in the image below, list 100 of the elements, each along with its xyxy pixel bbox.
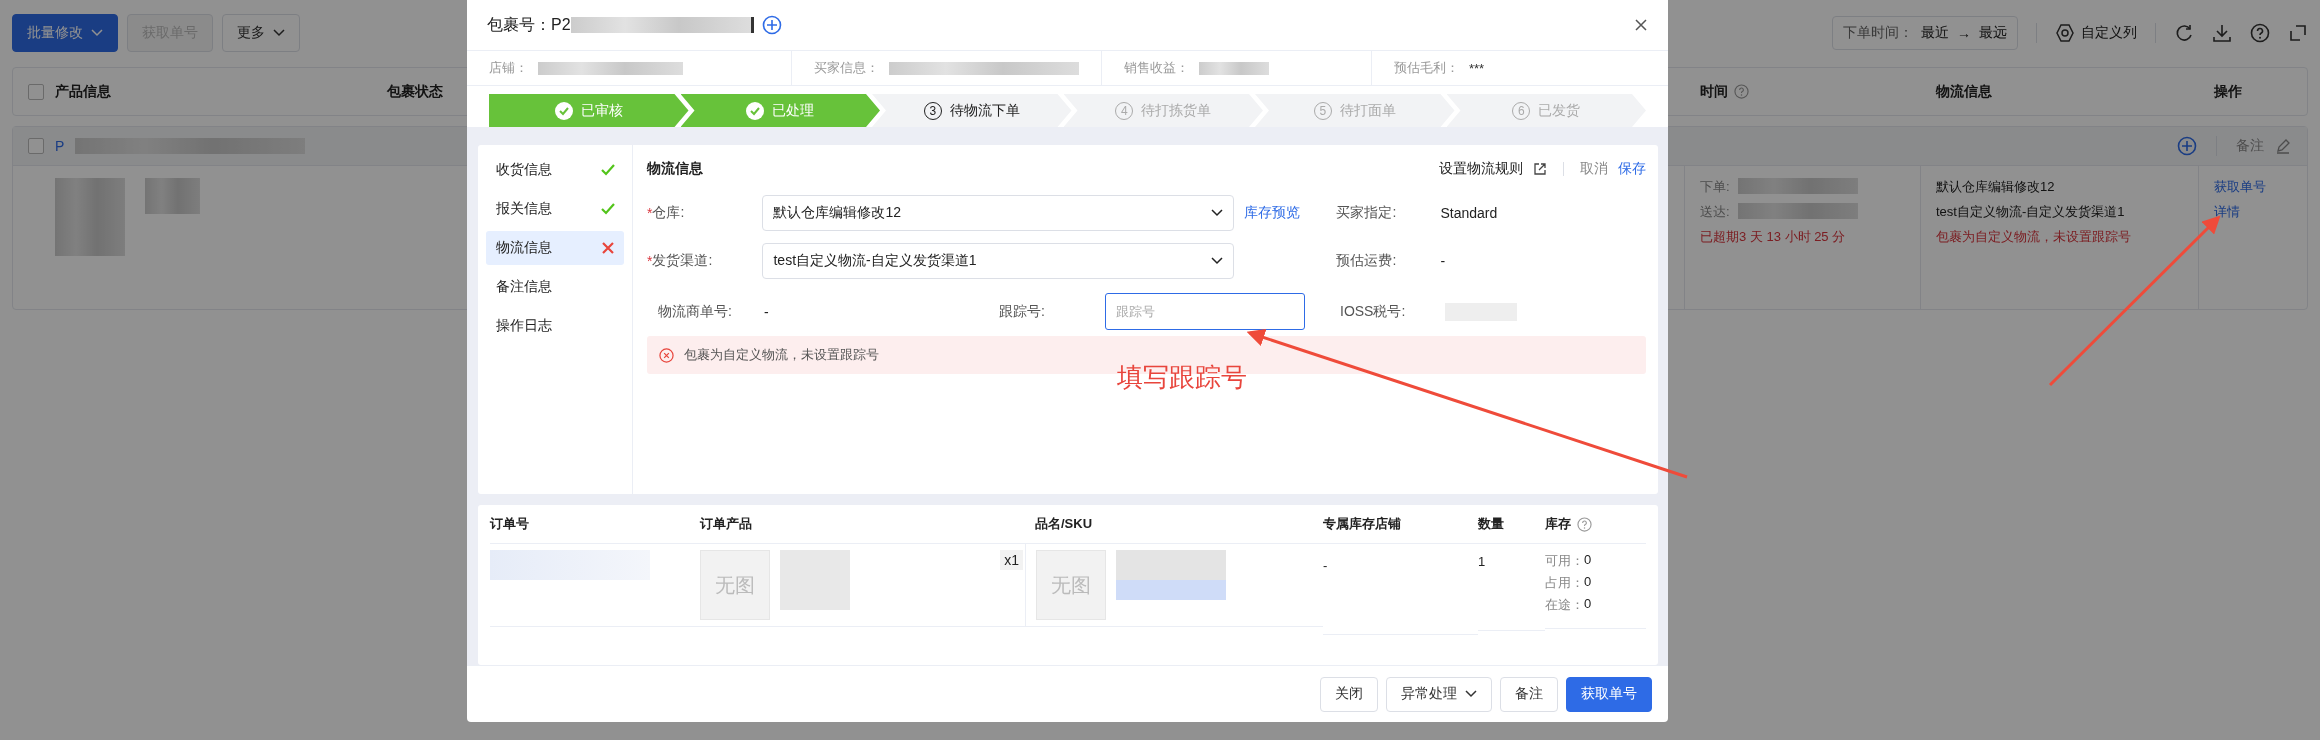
- action-link[interactable]: 详情: [2214, 203, 2307, 221]
- refresh-icon[interactable]: [2174, 23, 2194, 43]
- footer-button[interactable]: 关闭: [1320, 676, 1378, 712]
- pencil-icon[interactable]: [2275, 138, 2291, 154]
- checkbox[interactable]: [28, 83, 44, 100]
- nav-label: 物流信息: [496, 239, 552, 257]
- channel-select[interactable]: test自定义物流-自定义发货渠道1: [762, 243, 1235, 279]
- caret-icon: [1211, 257, 1224, 265]
- nav-label: 操作日志: [496, 317, 552, 335]
- blurred-text: [145, 178, 200, 214]
- field-label: 发货渠道:: [652, 252, 714, 270]
- action-link[interactable]: 获取单号: [2214, 178, 2307, 196]
- field-value: -: [1440, 253, 1446, 269]
- field-value: Standard: [1440, 205, 1498, 221]
- info-label: 销售收益：: [1124, 59, 1189, 77]
- store-value: -: [1323, 558, 1328, 573]
- info-value: ***: [1469, 60, 1485, 76]
- field-label: 预估运费:: [1336, 252, 1398, 270]
- overdue-text: 已超期3 天 13 小时 25 分: [1700, 228, 1847, 246]
- toolbar-button[interactable]: 批量修改: [12, 14, 118, 52]
- toolbar-button[interactable]: 更多: [222, 14, 300, 52]
- package-number-link[interactable]: P: [55, 138, 65, 154]
- column-header: 订单号: [490, 515, 529, 533]
- quantity-value: 1: [1478, 554, 1486, 569]
- blurred-text: [1199, 61, 1269, 75]
- step-label: 待打面单: [1339, 101, 1396, 120]
- caret-icon: [273, 29, 285, 37]
- check-circle-icon: [554, 101, 573, 120]
- required-mark: *: [647, 253, 653, 269]
- sort-from: 最近: [1921, 24, 1949, 42]
- caret-icon: [1211, 209, 1224, 217]
- field-label: 仓库:: [652, 204, 686, 222]
- column-header: 专属库存店铺: [1323, 515, 1401, 533]
- order-time-label: 下单:: [1700, 178, 1730, 196]
- help-icon[interactable]: [2250, 23, 2270, 43]
- step-label: 待打拣货单: [1141, 101, 1212, 120]
- checkbox[interactable]: [28, 138, 44, 154]
- column-header: 库存: [1545, 515, 1571, 533]
- caret-icon: [91, 29, 103, 37]
- quantity-tag: x1: [1000, 550, 1023, 570]
- custom-columns-link[interactable]: 自定义列: [2081, 24, 2137, 42]
- settings-icon[interactable]: [2055, 23, 2075, 43]
- check-circle-icon: [746, 101, 765, 120]
- column-header: 包裹状态: [387, 82, 443, 101]
- delivery-time-label: 送达:: [1700, 203, 1730, 221]
- info-label: 买家信息：: [814, 59, 879, 77]
- cancel-link[interactable]: 取消: [1580, 160, 1608, 178]
- column-header: 物流信息: [1936, 82, 1992, 101]
- column-header: 产品信息: [55, 82, 111, 101]
- step-label: 已处理: [772, 101, 815, 120]
- nav-item[interactable]: 报关信息: [486, 192, 624, 226]
- nav-item[interactable]: 物流信息: [486, 231, 624, 265]
- stock-label: 在途：: [1545, 596, 1584, 614]
- tracking-number-input[interactable]: 跟踪号: [1105, 293, 1305, 330]
- logistics-text: test自定义物流-自定义发货渠道1: [1936, 203, 2126, 221]
- nav-label: 收货信息: [496, 161, 552, 179]
- footer-button[interactable]: 异常处理: [1386, 676, 1492, 712]
- warning-text: 包裹为自定义物流，未设置跟踪号: [1936, 228, 2132, 246]
- info-label: 预估毛利：: [1394, 59, 1459, 77]
- stock-value: 0: [1584, 552, 1592, 569]
- nav-item[interactable]: 收货信息: [486, 153, 624, 187]
- field-label: 跟踪号:: [999, 302, 1046, 321]
- column-header: 数量: [1478, 515, 1504, 533]
- column-header: 品名/SKU: [1035, 515, 1093, 533]
- stock-label: 占用：: [1545, 574, 1584, 592]
- warehouse-select[interactable]: 默认仓库编辑修改12: [762, 195, 1235, 231]
- step-label: 已审核: [580, 101, 623, 120]
- logistics-rule-link[interactable]: 设置物流规则: [1439, 160, 1523, 178]
- sort-to: 最远: [1979, 24, 2007, 42]
- footer-button[interactable]: 备注: [1500, 676, 1558, 712]
- download-icon[interactable]: [2212, 23, 2232, 43]
- stock-label: 可用：: [1545, 552, 1584, 570]
- fullscreen-icon[interactable]: [2288, 23, 2308, 43]
- annotation-text: 填写跟踪号: [1117, 361, 1247, 394]
- step-label: 已发货: [1538, 101, 1581, 120]
- footer-button[interactable]: 获取单号: [1566, 676, 1652, 712]
- field-label: IOSS税号:: [1340, 302, 1407, 321]
- stock-preview-link[interactable]: 库存预览: [1244, 204, 1337, 222]
- external-link-icon[interactable]: [1533, 162, 1547, 176]
- column-header: 时间: [1700, 82, 1728, 101]
- close-icon[interactable]: [1634, 18, 1648, 32]
- error-icon: [659, 347, 674, 363]
- field-label: 物流商单号:: [657, 302, 733, 321]
- column-header: 订单产品: [700, 515, 752, 533]
- nav-item[interactable]: 备注信息: [486, 270, 624, 304]
- sort-label: 下单时间：: [1843, 24, 1913, 42]
- add-circle-icon[interactable]: [761, 15, 782, 35]
- stock-value: 0: [1584, 596, 1592, 613]
- step-label: 待物流下单: [949, 101, 1020, 120]
- column-header: 操作: [2214, 82, 2242, 101]
- add-circle-icon[interactable]: [2177, 136, 2197, 156]
- sort-control[interactable]: 下单时间： 最近 → 最远: [1832, 16, 2018, 50]
- help-icon[interactable]: [1577, 516, 1592, 532]
- save-link[interactable]: 保存: [1618, 160, 1646, 178]
- logistics-text: 默认仓库编辑修改12: [1936, 178, 2056, 196]
- sort-arrow: →: [1957, 25, 1971, 41]
- nav-label: 备注信息: [496, 278, 552, 296]
- required-mark: *: [647, 205, 653, 221]
- nav-item[interactable]: 操作日志: [486, 309, 624, 343]
- caret-icon: [1465, 690, 1477, 698]
